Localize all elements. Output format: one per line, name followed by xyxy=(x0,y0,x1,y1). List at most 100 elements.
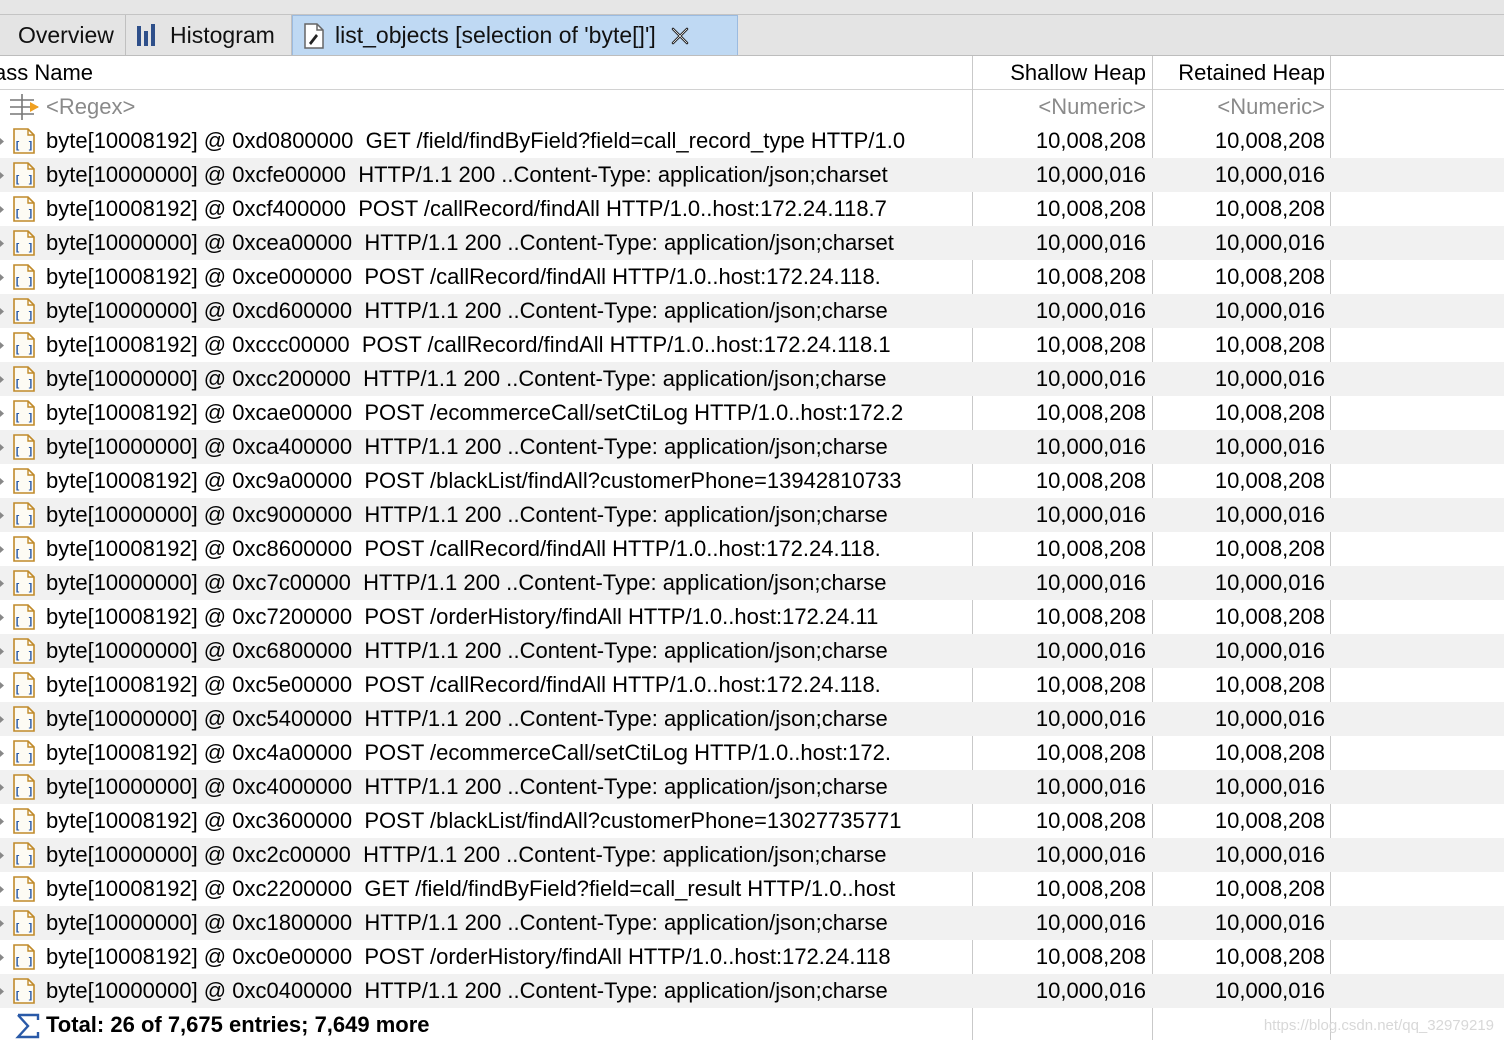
expand-arrow-icon[interactable] xyxy=(0,750,4,757)
column-retained-heap[interactable]: Retained Heap xyxy=(1154,56,1325,89)
table-row[interactable]: [ ] byte[10000000] @ 0xc5400000 HTTP/1.1 … xyxy=(0,702,1504,736)
expand-arrow-icon[interactable] xyxy=(0,784,4,791)
table-row[interactable]: [ ] byte[10000000] @ 0xcc200000 HTTP/1.1 … xyxy=(0,362,1504,396)
table-row[interactable]: [ ] byte[10000000] @ 0xcfe00000 HTTP/1.1 … xyxy=(0,158,1504,192)
svg-text:[ ]: [ ] xyxy=(14,513,34,526)
table-row[interactable]: [ ] byte[10008192] @ 0xc7200000 POST /ord… xyxy=(0,600,1504,634)
shallow-heap-value: 10,008,208 xyxy=(1035,808,1146,833)
editor-tab-bar: Overview Histogram list_objects [selecti… xyxy=(0,15,1504,56)
expand-arrow-icon[interactable] xyxy=(0,988,4,995)
retained-heap-value: 10,008,208 xyxy=(1214,536,1325,561)
expand-arrow-icon[interactable] xyxy=(0,342,4,349)
close-icon[interactable] xyxy=(670,26,690,46)
expand-arrow-icon[interactable] xyxy=(0,818,4,825)
array-object-icon: [ ] xyxy=(13,774,35,800)
table-row[interactable]: [ ] byte[10008192] @ 0xce000000 POST /cal… xyxy=(0,260,1504,294)
shallow-heap-value: 10,008,208 xyxy=(1035,672,1146,697)
table-row[interactable]: [ ] byte[10000000] @ 0xc6800000 HTTP/1.1 … xyxy=(0,634,1504,668)
expand-arrow-icon[interactable] xyxy=(0,852,4,859)
retained-heap-value: 10,008,208 xyxy=(1214,876,1325,901)
shallow-filter-input[interactable]: <Numeric> xyxy=(974,90,1146,124)
column-shallow-heap[interactable]: Shallow Heap xyxy=(974,56,1146,89)
regex-filter-input[interactable]: <Regex> xyxy=(46,90,972,124)
table-row[interactable]: [ ] byte[10008192] @ 0xd0800000 GET /fiel… xyxy=(0,124,1504,158)
shallow-heap-value: 10,000,016 xyxy=(1035,502,1146,527)
expand-arrow-icon[interactable] xyxy=(0,512,4,519)
table-row[interactable]: [ ] byte[10000000] @ 0xc1800000 HTTP/1.1 … xyxy=(0,906,1504,940)
shallow-heap-value: 10,000,016 xyxy=(1035,366,1146,391)
table-row[interactable]: [ ] byte[10008192] @ 0xc2200000 GET /fiel… xyxy=(0,872,1504,906)
tab-overview[interactable]: Overview xyxy=(0,15,126,55)
retained-heap-value: 10,008,208 xyxy=(1214,808,1325,833)
expand-arrow-icon[interactable] xyxy=(0,376,4,383)
expand-arrow-icon[interactable] xyxy=(0,920,4,927)
table-row[interactable]: [ ] byte[10008192] @ 0xc5e00000 POST /cal… xyxy=(0,668,1504,702)
expand-arrow-icon[interactable] xyxy=(0,206,4,213)
expand-arrow-icon[interactable] xyxy=(0,954,4,961)
table-row[interactable]: [ ] byte[10008192] @ 0xc0e00000 POST /ord… xyxy=(0,940,1504,974)
retained-heap-value: 10,000,016 xyxy=(1214,978,1325,1003)
table-row[interactable]: [ ] byte[10008192] @ 0xc9a00000 POST /bla… xyxy=(0,464,1504,498)
expand-arrow-icon[interactable] xyxy=(0,546,4,553)
filter-row: <Regex> <Numeric> <Numeric> xyxy=(0,90,1504,124)
object-name: byte[10000000] @ 0xc2c00000 HTTP/1.1 200… xyxy=(46,842,887,867)
shallow-heap-value: 10,008,208 xyxy=(1035,944,1146,969)
retained-filter-input[interactable]: <Numeric> xyxy=(1154,90,1325,124)
table-row[interactable]: [ ] byte[10000000] @ 0xc2c00000 HTTP/1.1 … xyxy=(0,838,1504,872)
table-row[interactable]: [ ] byte[10000000] @ 0xcd600000 HTTP/1.1 … xyxy=(0,294,1504,328)
expand-arrow-icon[interactable] xyxy=(0,444,4,451)
object-name: byte[10000000] @ 0xc9000000 HTTP/1.1 200… xyxy=(46,502,888,527)
shallow-heap-value: 10,000,016 xyxy=(1035,434,1146,459)
table-header: ass Name Shallow Heap Retained Heap xyxy=(0,56,1504,90)
watermark: https://blog.csdn.net/qq_32979219 xyxy=(1263,1017,1494,1034)
expand-arrow-icon[interactable] xyxy=(0,172,4,179)
svg-text:[ ]: [ ] xyxy=(14,139,34,152)
expand-arrow-icon[interactable] xyxy=(0,308,4,315)
array-object-icon: [ ] xyxy=(13,570,35,596)
svg-text:[ ]: [ ] xyxy=(14,309,34,322)
table-row[interactable]: [ ] byte[10008192] @ 0xc8600000 POST /cal… xyxy=(0,532,1504,566)
expand-arrow-icon[interactable] xyxy=(0,886,4,893)
expand-arrow-icon[interactable] xyxy=(0,410,4,417)
expand-arrow-icon[interactable] xyxy=(0,240,4,247)
svg-text:[ ]: [ ] xyxy=(14,411,34,424)
array-object-icon: [ ] xyxy=(13,944,35,970)
table-row[interactable]: [ ] byte[10000000] @ 0xc9000000 HTTP/1.1 … xyxy=(0,498,1504,532)
object-name: byte[10000000] @ 0xc4000000 HTTP/1.1 200… xyxy=(46,774,888,799)
expand-arrow-icon[interactable] xyxy=(0,716,4,723)
expand-arrow-icon[interactable] xyxy=(0,682,4,689)
array-object-icon: [ ] xyxy=(13,162,35,188)
tab-list-objects[interactable]: list_objects [selection of 'byte[]'] xyxy=(292,15,738,55)
svg-text:[ ]: [ ] xyxy=(14,207,34,220)
array-object-icon: [ ] xyxy=(13,196,35,222)
svg-text:[ ]: [ ] xyxy=(14,343,34,356)
object-name: byte[10008192] @ 0xccc00000 POST /callRe… xyxy=(46,332,891,357)
table-row[interactable]: [ ] byte[10008192] @ 0xccc00000 POST /cal… xyxy=(0,328,1504,362)
retained-heap-value: 10,000,016 xyxy=(1214,570,1325,595)
table-row[interactable]: [ ] byte[10000000] @ 0xc0400000 HTTP/1.1 … xyxy=(0,974,1504,1008)
table-row[interactable]: [ ] byte[10000000] @ 0xca400000 HTTP/1.1 … xyxy=(0,430,1504,464)
retained-heap-value: 10,008,208 xyxy=(1214,604,1325,629)
svg-text:[ ]: [ ] xyxy=(14,615,34,628)
table-row[interactable]: [ ] byte[10008192] @ 0xcae00000 POST /eco… xyxy=(0,396,1504,430)
expand-arrow-icon[interactable] xyxy=(0,138,4,145)
column-class-name[interactable]: ass Name xyxy=(0,56,972,89)
shallow-heap-value: 10,000,016 xyxy=(1035,638,1146,663)
array-object-icon: [ ] xyxy=(13,706,35,732)
expand-arrow-icon[interactable] xyxy=(0,580,4,587)
expand-arrow-icon[interactable] xyxy=(0,274,4,281)
expand-arrow-icon[interactable] xyxy=(0,648,4,655)
array-object-icon: [ ] xyxy=(13,264,35,290)
table-row[interactable]: [ ] byte[10008192] @ 0xc4a00000 POST /eco… xyxy=(0,736,1504,770)
table-row[interactable]: [ ] byte[10008192] @ 0xcf400000 POST /cal… xyxy=(0,192,1504,226)
table-row[interactable]: [ ] byte[10000000] @ 0xc4000000 HTTP/1.1 … xyxy=(0,770,1504,804)
table-row[interactable]: [ ] byte[10000000] @ 0xc7c00000 HTTP/1.1 … xyxy=(0,566,1504,600)
table-row[interactable]: [ ] byte[10008192] @ 0xc3600000 POST /bla… xyxy=(0,804,1504,838)
retained-heap-value: 10,008,208 xyxy=(1214,196,1325,221)
expand-arrow-icon[interactable] xyxy=(0,614,4,621)
table-row[interactable]: [ ] byte[10000000] @ 0xcea00000 HTTP/1.1 … xyxy=(0,226,1504,260)
expand-arrow-icon[interactable] xyxy=(0,478,4,485)
shallow-heap-value: 10,000,016 xyxy=(1035,774,1146,799)
tab-histogram[interactable]: Histogram xyxy=(126,15,292,55)
array-object-icon: [ ] xyxy=(13,808,35,834)
